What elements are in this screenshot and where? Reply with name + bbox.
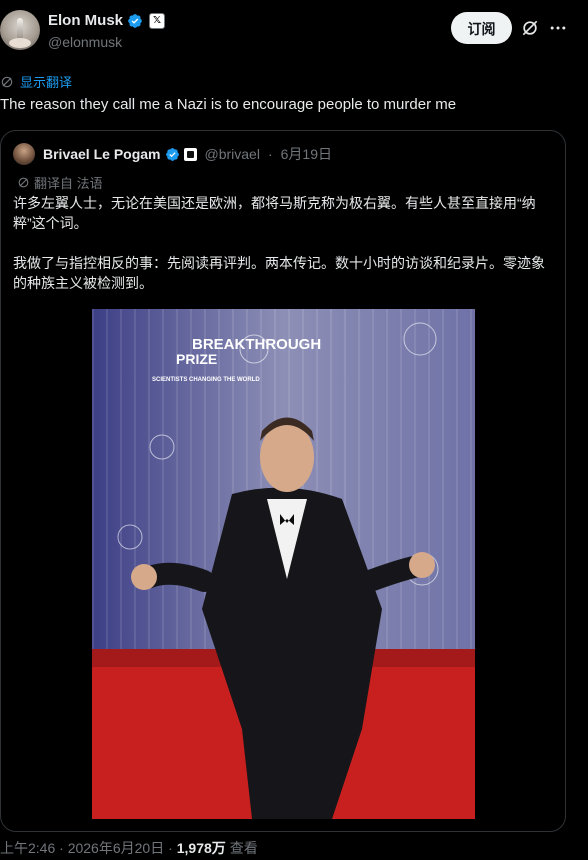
grok-icon[interactable]	[520, 18, 540, 38]
translated-from-label: 翻译自 法语	[34, 176, 103, 191]
author-display-name[interactable]: Elon Musk	[48, 12, 123, 29]
view-count: 1,978万	[176, 840, 226, 856]
x-affiliate-badge: 𝕏	[149, 12, 166, 29]
quoted-separator: ·	[267, 146, 273, 162]
tweet-footer: 上午2:46 · 2026年6月20日 · 1,978万 查看	[0, 838, 258, 858]
show-translation-label[interactable]: 显示翻译	[20, 72, 72, 91]
view-count-label: 查看	[229, 840, 258, 856]
quoted-date[interactable]: 6月19日	[281, 144, 332, 164]
quoted-handle[interactable]: @brivael	[205, 146, 260, 162]
backdrop-text-line2: PRIZE	[176, 351, 217, 367]
show-translation-link[interactable]: 显示翻译	[0, 72, 72, 91]
tweet-header: Elon Musk 𝕏 @elonmusk 订阅	[0, 0, 588, 64]
author-handle[interactable]: @elonmusk	[48, 34, 122, 50]
more-options-icon[interactable]	[548, 18, 568, 38]
quoted-text: 许多左翼人士，无论在美国还是欧洲，都将马斯克称为极右翼。有些人甚至直接用“纳粹”…	[13, 195, 545, 291]
tweet-timestamp[interactable]: 上午2:46 · 2026年6月20日 ·	[0, 838, 173, 858]
tweet-text: The reason they call me a Nazi is to enc…	[0, 96, 457, 113]
translate-icon	[1, 76, 13, 87]
quoted-display-name[interactable]: Brivael Le Pogam	[43, 146, 161, 162]
quoted-translated-note: 翻译自 法语	[17, 173, 103, 192]
rocket-smoke	[9, 38, 31, 48]
subscribe-button[interactable]: 订阅	[451, 12, 512, 44]
quoted-tweet-card[interactable]: Brivael Le Pogam @brivael · 6月19日 翻译自 法语…	[0, 130, 566, 832]
author-name-row: Elon Musk 𝕏	[48, 12, 166, 29]
verified-badge-icon	[128, 13, 142, 28]
quoted-verified-badge-icon	[165, 147, 179, 161]
quoted-photo[interactable]: BREAKTHROUGH PRIZE SCIENTISTS CHANGING T…	[92, 309, 475, 819]
quoted-header: Brivael Le Pogam @brivael · 6月19日	[13, 143, 332, 165]
translate-icon	[18, 177, 29, 188]
backdrop-small-text: SCIENTISTS CHANGING THE WORLD	[152, 377, 260, 383]
quoted-author-avatar[interactable]	[13, 143, 35, 165]
author-avatar[interactable]	[0, 10, 40, 50]
quoted-affiliate-badge-icon	[183, 147, 197, 161]
event-photo: BREAKTHROUGH PRIZE SCIENTISTS CHANGING T…	[92, 309, 475, 819]
